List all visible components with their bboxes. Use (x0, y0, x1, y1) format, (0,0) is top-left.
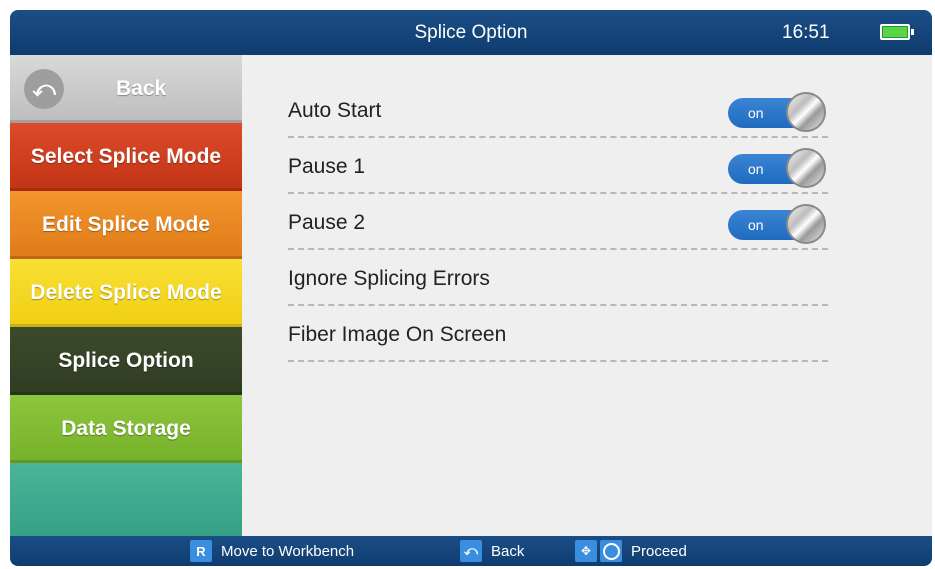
option-row-pause-2[interactable]: Pause 2 on (288, 193, 828, 250)
auto-start-toggle[interactable]: on (728, 92, 826, 132)
sidebar-item-empty[interactable] (10, 463, 242, 536)
option-label: Pause 1 (288, 155, 366, 178)
option-row-auto-start[interactable]: Auto Start on (288, 81, 828, 138)
sidebar-item-label: Select Splice Mode (30, 145, 222, 168)
option-label: Pause 2 (288, 211, 366, 234)
hint-label: Back (491, 542, 525, 560)
option-row-ignore-splicing-errors[interactable]: Ignore Splicing Errors (288, 249, 828, 306)
key-hint-bar: R Move to Workbench ⤺ Back ✥ Proceed (10, 536, 932, 566)
sidebar-item-splice-option[interactable]: Splice Option (10, 327, 242, 395)
sidebar-item-label: Splice Option (58, 349, 194, 372)
option-label: Fiber Image On Screen (288, 323, 507, 346)
dpad-icon: ✥ (575, 540, 597, 562)
hint-label: Proceed (631, 542, 687, 560)
toggle-knob (786, 148, 826, 188)
r-key-icon: R (190, 540, 212, 562)
pause-2-toggle[interactable]: on (728, 204, 826, 244)
sidebar-item-data-storage[interactable]: Data Storage (10, 395, 242, 463)
sidebar-item-label: Back (116, 77, 167, 100)
title-bar: Splice Option 16:51 (10, 10, 932, 55)
hint-back: ⤺ Back (460, 536, 524, 566)
hint-label: Move to Workbench (221, 542, 355, 560)
hint-proceed: ✥ Proceed (575, 536, 687, 566)
pause-1-toggle[interactable]: on (728, 148, 826, 188)
device-screen: Splice Option 16:51 ⤺ Back Select Splice… (10, 10, 932, 566)
sidebar-item-delete-splice-mode[interactable]: Delete Splice Mode (10, 259, 242, 327)
option-row-fiber-image-on-screen[interactable]: Fiber Image On Screen (288, 305, 828, 362)
toggle-knob (786, 92, 826, 132)
toggle-state: on (748, 217, 764, 233)
clock: 16:51 (782, 22, 830, 43)
ok-button-icon (600, 540, 622, 562)
back-arrow-icon: ⤺ (24, 69, 64, 109)
sidebar: ⤺ Back Select Splice Mode Edit Splice Mo… (10, 55, 242, 536)
toggle-state: on (748, 105, 764, 121)
toggle-state: on (748, 161, 764, 177)
battery-full-icon (880, 24, 914, 40)
sidebar-item-select-splice-mode[interactable]: Select Splice Mode (10, 123, 242, 191)
option-label: Auto Start (288, 99, 382, 122)
sidebar-item-label: Edit Splice Mode (41, 213, 211, 236)
sidebar-item-label: Data Storage (61, 417, 191, 440)
options-panel: Auto Start on Pause 1 on Pause 2 on Igno… (242, 55, 932, 536)
sidebar-item-label: Delete Splice Mode (30, 281, 222, 304)
option-label: Ignore Splicing Errors (288, 267, 490, 290)
back-arrow-icon: ⤺ (460, 540, 482, 562)
toggle-knob (786, 204, 826, 244)
sidebar-item-back[interactable]: ⤺ Back (10, 55, 242, 123)
hint-move-to-workbench: R Move to Workbench (190, 536, 354, 566)
option-row-pause-1[interactable]: Pause 1 on (288, 137, 828, 194)
sidebar-item-edit-splice-mode[interactable]: Edit Splice Mode (10, 191, 242, 259)
